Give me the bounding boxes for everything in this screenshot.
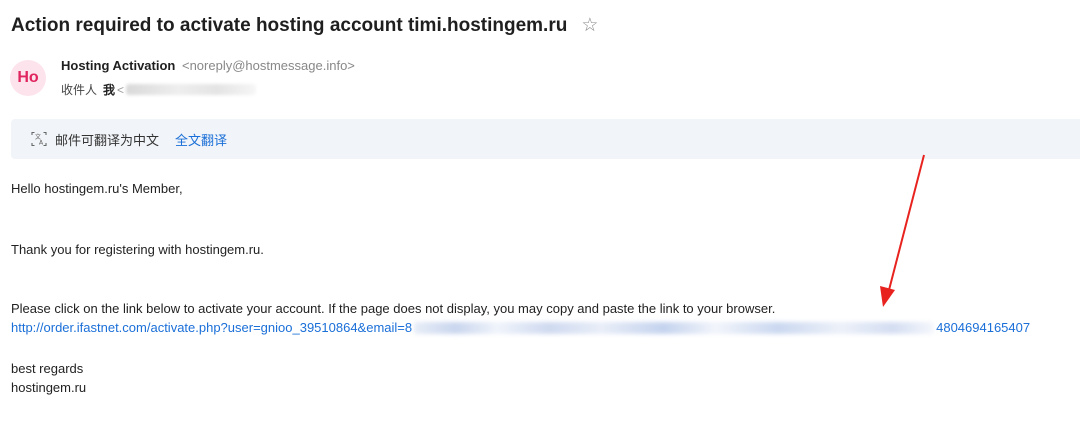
- activation-link-end[interactable]: 4804694165407: [936, 320, 1030, 335]
- recipient-me[interactable]: 我: [103, 81, 115, 98]
- star-icon[interactable]: ☆: [581, 14, 598, 37]
- body-greeting: Hello hostingem.ru's Member,: [11, 181, 183, 196]
- svg-text:A: A: [39, 140, 44, 147]
- translate-all-button[interactable]: 全文翻译: [175, 130, 227, 149]
- redacted-recipient-email: [126, 84, 257, 95]
- body-signature: hostingem.ru: [11, 380, 87, 395]
- body-thanks: Thank you for registering with hostingem…: [11, 242, 264, 257]
- translate-notice: 邮件可翻译为中文: [55, 132, 160, 148]
- redacted-link-part: [414, 321, 935, 334]
- activation-link-start[interactable]: http://order.ifastnet.com/activate.php?u…: [11, 320, 412, 335]
- recipient-label: 收件人: [61, 83, 98, 97]
- email-subject: Action required to activate hosting acco…: [11, 14, 598, 37]
- activation-link[interactable]: http://order.ifastnet.com/activate.php?u…: [11, 320, 1030, 335]
- body-instruction: Please click on the link below to activa…: [11, 301, 776, 316]
- sender-line: Hosting Activation <noreply@hostmessage.…: [61, 58, 355, 73]
- recipient-email: <: [117, 82, 125, 97]
- translate-icon: 文 A: [31, 131, 47, 147]
- sender-name[interactable]: Hosting Activation: [61, 58, 175, 73]
- body-closing: best regards: [11, 361, 84, 376]
- email-subject-text: Action required to activate hosting acco…: [11, 14, 568, 36]
- sender-email[interactable]: <noreply@hostmessage.info>: [182, 58, 355, 73]
- recipient-line: 收件人 我 <: [61, 81, 257, 98]
- translate-bar: 文 A 邮件可翻译为中文 全文翻译: [11, 119, 1080, 159]
- avatar[interactable]: Ho: [10, 60, 46, 96]
